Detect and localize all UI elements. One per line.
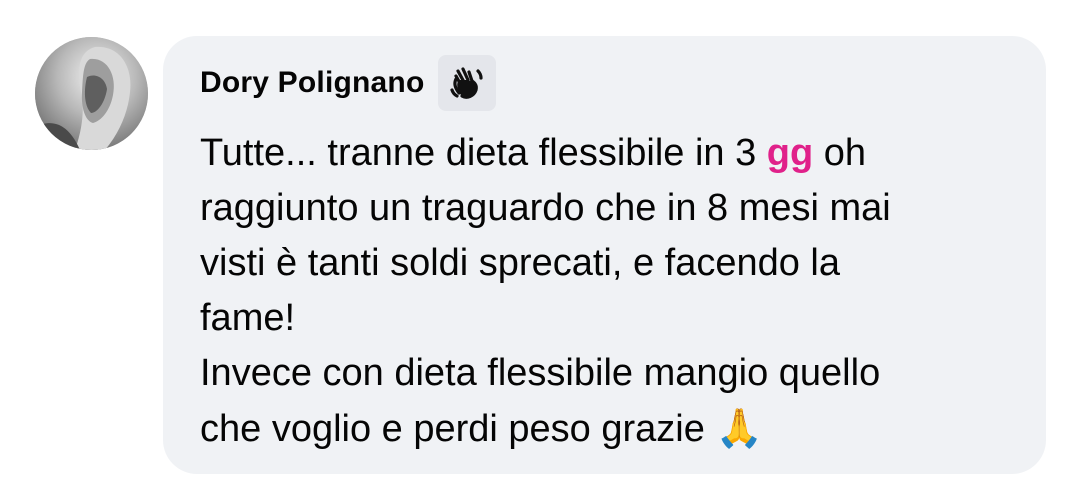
author-badge[interactable] [438,55,497,111]
author-name[interactable]: Dory Polignano [200,55,424,111]
comment-line-1: Tutte... tranne dieta flessibile in 3 gg… [200,126,1030,181]
waving-hand-icon [450,67,484,99]
comment-text-segment: che voglio e perdi peso grazie [200,408,716,450]
comment-line-2: raggiunto un traguardo che in 8 mesi mai [200,187,891,229]
comment-text-segment: oh [813,132,867,174]
comment-text-segment: Tutte... tranne dieta flessibile in 3 [200,132,767,174]
highlighted-word: gg [766,132,814,174]
folded-hands-icon: 🙏 [715,406,763,450]
comment-line-5: Invece con dieta flessibile mangio quell… [200,352,881,394]
comment-text: Tutte... tranne dieta flessibile in 3 gg… [200,126,1030,457]
comment-line-3: visti è tanti soldi sprecati, e facendo … [200,242,841,284]
profile-photo [35,37,148,150]
comment-bubble: Dory Polignano Tutte... tranne dieta fle… [163,36,1046,474]
avatar[interactable] [35,37,148,150]
comment-line-4: fame! [200,297,296,339]
comment-header: Dory Polignano [200,55,497,111]
comment-line-6: che voglio e perdi peso grazie 🙏 [200,401,1030,457]
